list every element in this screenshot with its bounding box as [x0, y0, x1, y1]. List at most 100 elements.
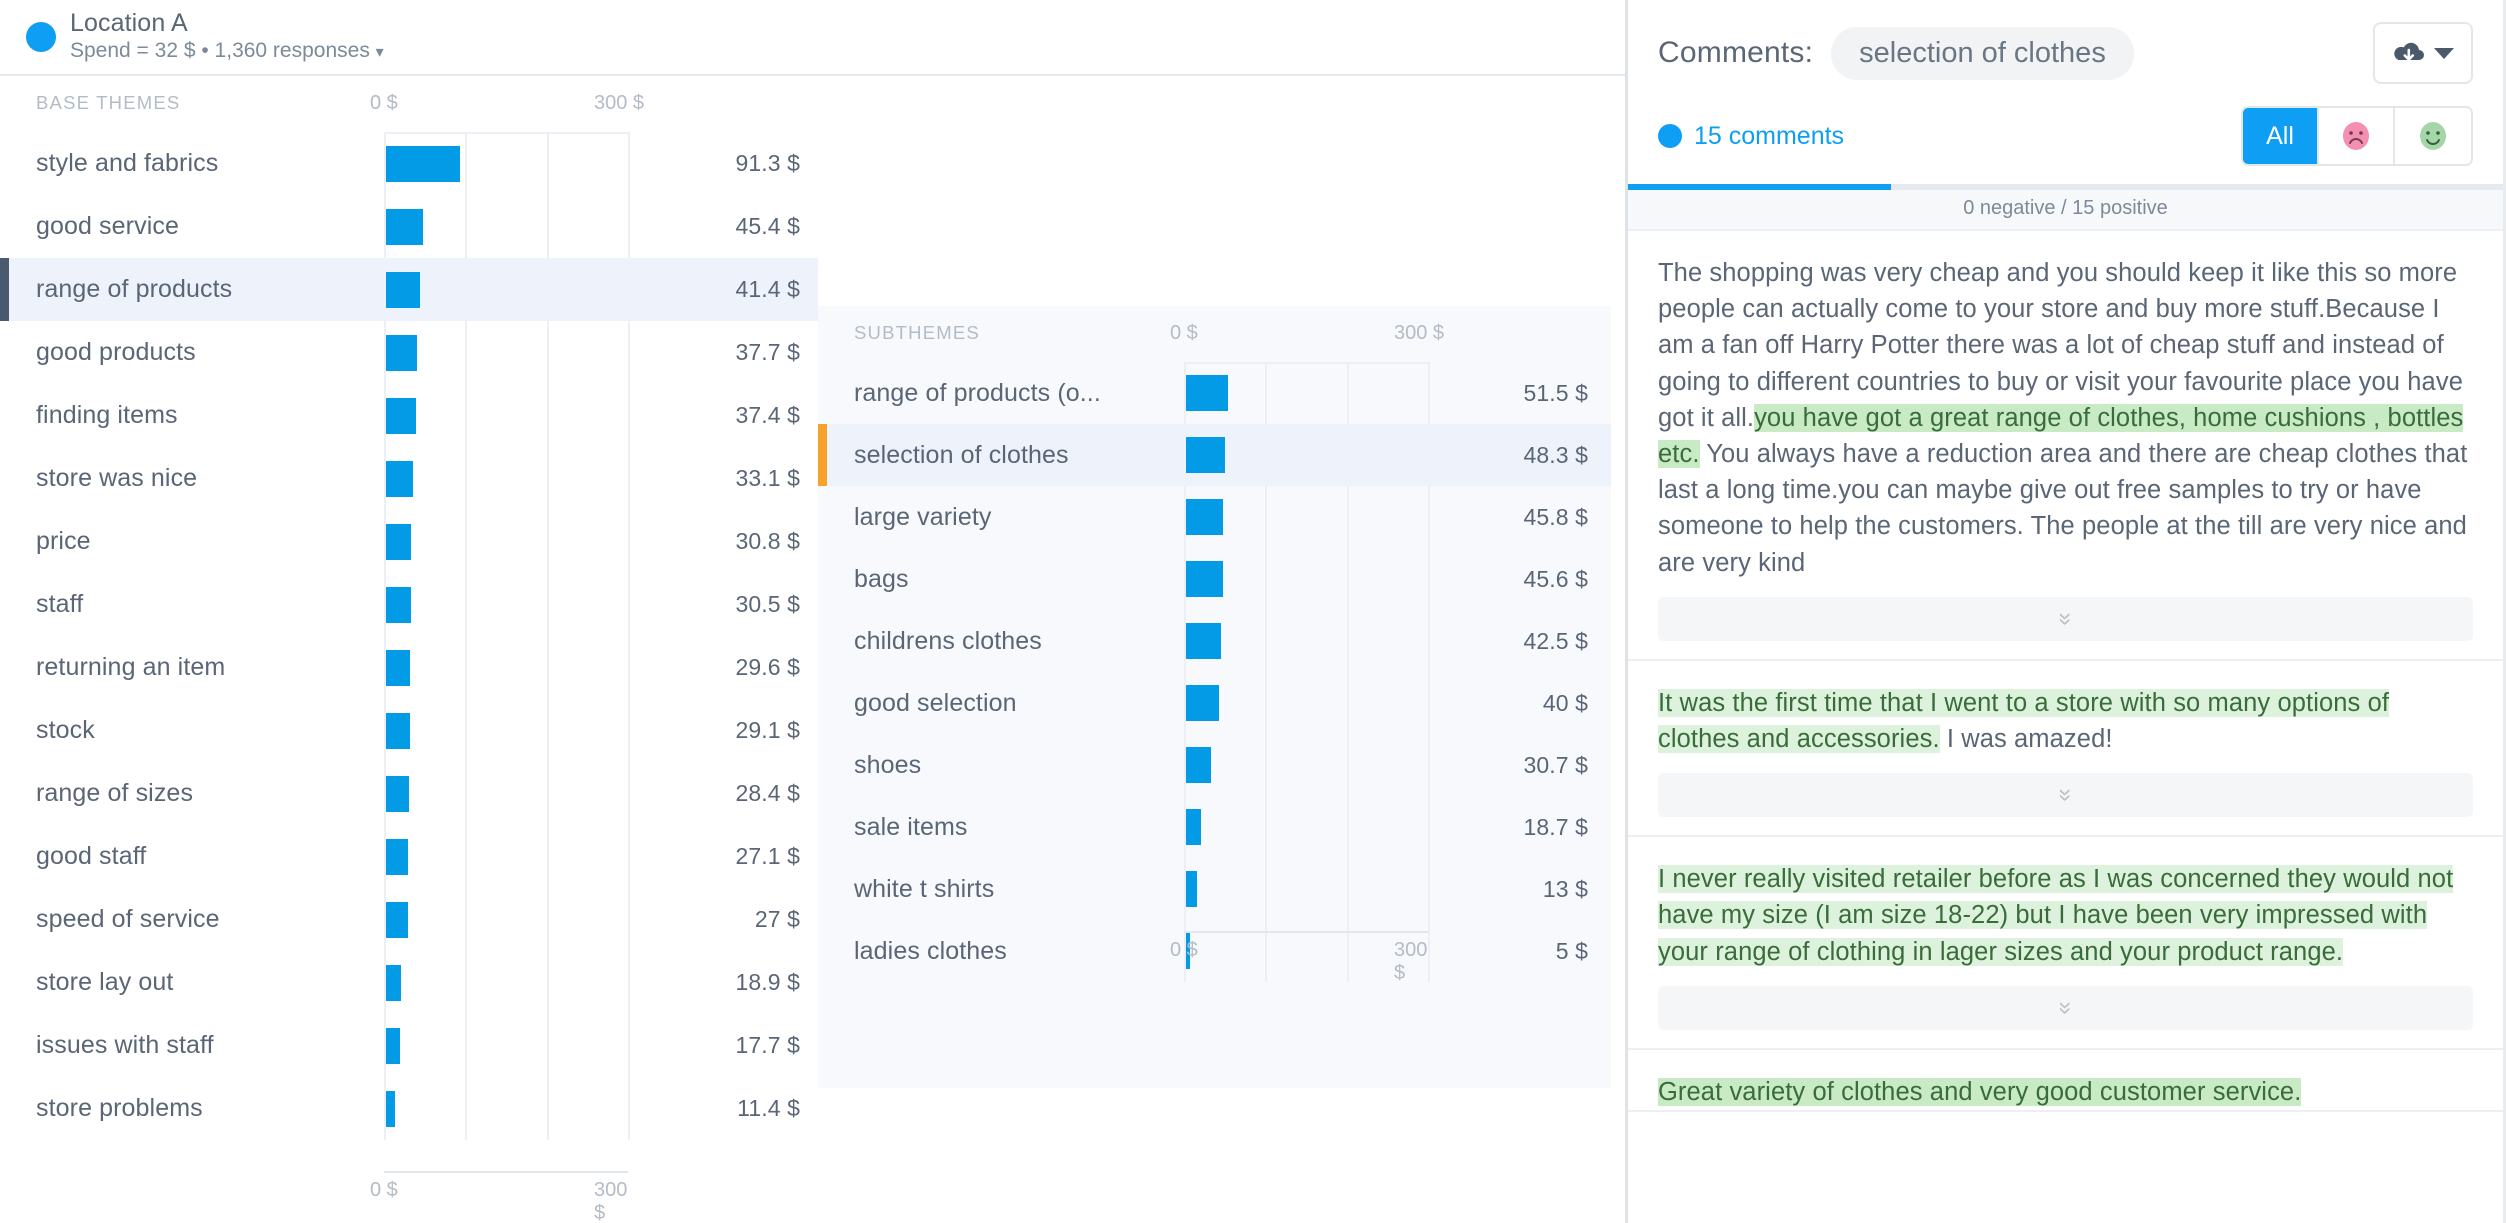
- app-root: Location A Spend = 32 $ • 1,360 response…: [0, 0, 2506, 1223]
- base-theme-row[interactable]: returning an item29.6 $: [0, 636, 818, 699]
- theme-label: good products: [36, 338, 196, 367]
- subtheme-row[interactable]: childrens clothes42.5 $: [818, 610, 1611, 672]
- chevron-down-icon[interactable]: ▾: [376, 44, 384, 61]
- subthemes-column-title: SUBTHEMES: [854, 322, 980, 344]
- theme-label: stock: [36, 716, 95, 745]
- theme-value: 18.9 $: [620, 969, 800, 996]
- theme-value: 29.6 $: [620, 654, 800, 681]
- base-theme-row[interactable]: finding items37.4 $: [0, 384, 818, 447]
- theme-bar: [386, 839, 408, 875]
- theme-value: 45.4 $: [620, 213, 800, 240]
- filter-all-button[interactable]: All: [2243, 108, 2319, 164]
- sentiment-ratio-label: 0 negative / 15 positive: [1628, 190, 2503, 231]
- comment-item[interactable]: The shopping was very cheap and you shou…: [1628, 231, 2503, 661]
- comments-header: Comments: selection of clothes 15 commen…: [1628, 0, 2503, 166]
- comment-item[interactable]: Great variety of clothes and very good c…: [1628, 1050, 2503, 1112]
- theme-label: range of products: [36, 275, 232, 304]
- chevron-double-down-icon: »: [2053, 789, 2077, 802]
- subthemes-chart: SUBTHEMES 0 $ 300 $ range of products (o…: [818, 306, 1611, 1088]
- theme-bar: [386, 335, 417, 371]
- base-theme-row[interactable]: good service45.4 $: [0, 195, 818, 258]
- subtheme-row[interactable]: selection of clothes48.3 $: [818, 424, 1611, 486]
- subtheme-row[interactable]: shoes30.7 $: [818, 734, 1611, 796]
- base-theme-row[interactable]: good staff27.1 $: [0, 825, 818, 888]
- theme-bar: [386, 776, 409, 812]
- subtheme-row[interactable]: large variety 45.8 $: [818, 486, 1611, 548]
- theme-value: 29.1 $: [620, 717, 800, 744]
- comments-title: Comments:: [1658, 36, 1813, 70]
- base-theme-row[interactable]: range of sizes28.4 $: [0, 762, 818, 825]
- location-subtitle-text: Spend = 32 $ • 1,360 responses: [70, 39, 370, 62]
- theme-value: 51.5 $: [1408, 380, 1588, 407]
- comments-title-row: Comments: selection of clothes: [1658, 22, 2473, 84]
- theme-bar: [1186, 809, 1201, 845]
- row-selected-marker: [0, 258, 9, 321]
- chevron-double-down-icon: »: [2053, 612, 2077, 625]
- expand-comment-button[interactable]: »: [1658, 986, 2473, 1030]
- cloud-download-icon: [2392, 39, 2426, 67]
- theme-label: good selection: [854, 689, 1017, 718]
- theme-bar: [386, 146, 460, 182]
- comment-text: Great variety of clothes and very good c…: [1658, 1074, 2473, 1110]
- theme-value: 40 $: [1408, 690, 1588, 717]
- expand-comment-button[interactable]: »: [1658, 773, 2473, 817]
- comments-list[interactable]: The shopping was very cheap and you shou…: [1628, 231, 2503, 1223]
- filter-negative-button[interactable]: [2319, 108, 2395, 164]
- theme-label: staff: [36, 590, 83, 619]
- theme-value: 13 $: [1408, 876, 1588, 903]
- base-theme-row[interactable]: style and fabrics91.3 $: [0, 132, 818, 195]
- subtheme-row[interactable]: sale items 18.7 $: [818, 796, 1611, 858]
- base-theme-row[interactable]: stock 29.1 $: [0, 699, 818, 762]
- subtheme-row[interactable]: white t shirts13 $: [818, 858, 1611, 920]
- theme-label: good staff: [36, 842, 146, 871]
- base-themes-chart: BASE THEMES 0 $ 300 $ style and fabrics9…: [0, 76, 818, 1223]
- comment-item[interactable]: I never really visited retailer before a…: [1628, 837, 2503, 1050]
- theme-label: range of products (o...: [854, 379, 1101, 408]
- sub-bottom-axis-min: 0 $: [1170, 939, 1198, 962]
- base-theme-row[interactable]: range of products41.4 $: [0, 258, 818, 321]
- theme-bar: [1186, 747, 1211, 783]
- theme-bar: [386, 713, 410, 749]
- theme-label: issues with staff: [36, 1031, 214, 1060]
- base-theme-row[interactable]: store was nice33.1 $: [0, 447, 818, 510]
- theme-label: sale items: [854, 813, 968, 842]
- theme-value: 45.8 $: [1408, 504, 1588, 531]
- location-header[interactable]: Location A Spend = 32 $ • 1,360 response…: [0, 0, 1625, 76]
- theme-bar: [1186, 685, 1219, 721]
- theme-value: 5 $: [1408, 938, 1588, 965]
- base-theme-row[interactable]: store lay out18.9 $: [0, 951, 818, 1014]
- base-theme-row[interactable]: price30.8 $: [0, 510, 818, 573]
- base-theme-row[interactable]: issues with staff17.7 $: [0, 1014, 818, 1077]
- filter-positive-button[interactable]: [2395, 108, 2471, 164]
- base-theme-row[interactable]: good products37.7 $: [0, 321, 818, 384]
- download-button[interactable]: [2373, 22, 2473, 84]
- subtheme-row[interactable]: good selection 40 $: [818, 672, 1611, 734]
- base-axis-min-label: 0 $: [370, 92, 398, 115]
- theme-value: 18.7 $: [1408, 814, 1588, 841]
- theme-value: 30.5 $: [620, 591, 800, 618]
- theme-label: large variety: [854, 503, 991, 532]
- theme-label: store problems: [36, 1094, 203, 1123]
- theme-bar: [1186, 437, 1225, 473]
- comment-text: The shopping was very cheap and you shou…: [1658, 255, 2473, 581]
- base-theme-row[interactable]: speed of service27 $: [0, 888, 818, 951]
- chevron-double-down-icon: »: [2053, 1001, 2077, 1014]
- base-theme-row[interactable]: store problems 11.4 $: [0, 1077, 818, 1140]
- theme-value: 30.8 $: [620, 528, 800, 555]
- comments-meta-row: 15 comments All: [1658, 106, 2473, 166]
- theme-bar: [386, 1028, 400, 1064]
- comment-highlight: Great variety of clothes and very good c…: [1658, 1078, 2301, 1106]
- theme-bar: [1186, 623, 1221, 659]
- theme-label: bags: [854, 565, 909, 594]
- comments-subject-chip[interactable]: selection of clothes: [1831, 27, 2134, 80]
- subtheme-row[interactable]: range of products (o... 51.5 $: [818, 362, 1611, 424]
- comment-item[interactable]: It was the first time that I went to a s…: [1628, 661, 2503, 837]
- subthemes-rows: range of products (o... 51.5 $ selection o…: [818, 362, 1611, 982]
- expand-comment-button[interactable]: »: [1658, 597, 2473, 641]
- comment-highlight: I never really visited retailer before a…: [1658, 865, 2453, 965]
- base-theme-row[interactable]: staff 30.5 $: [0, 573, 818, 636]
- theme-value: 11.4 $: [620, 1095, 800, 1122]
- theme-bar: [386, 398, 416, 434]
- sentiment-progress-bar: [1628, 184, 2503, 190]
- subtheme-row[interactable]: bags45.6 $: [818, 548, 1611, 610]
